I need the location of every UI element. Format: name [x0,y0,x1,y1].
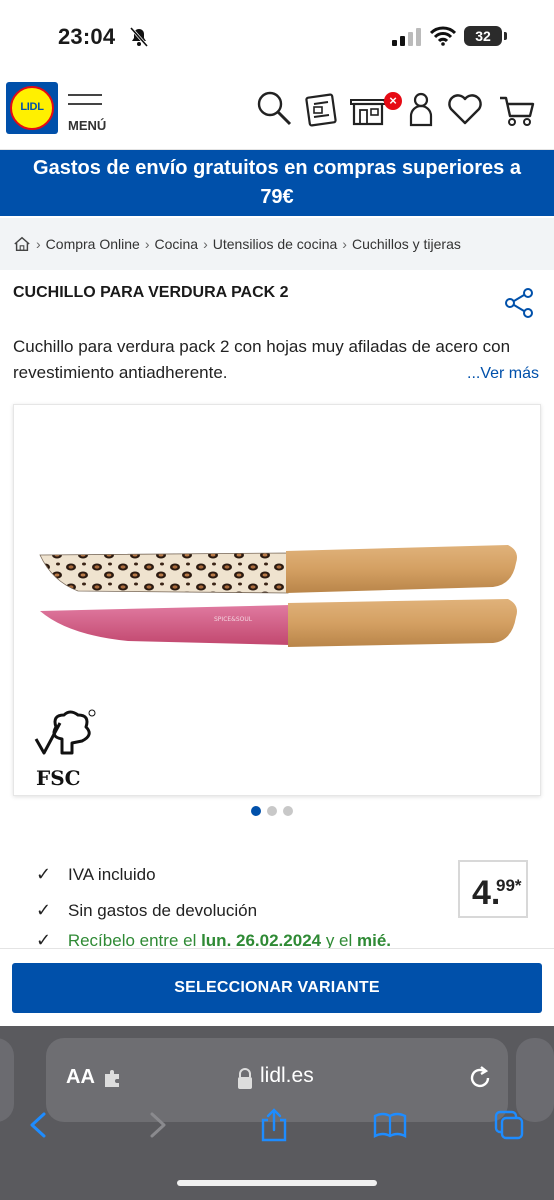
battery-tip [504,32,507,40]
delivery-date: lun. 26.02.2024 [201,934,322,948]
home-icon[interactable] [13,235,31,253]
status-time: 23:04 [58,24,116,49]
store-icon[interactable] [348,90,390,128]
delivery-prefix: Recíbelo entre el [67,934,202,948]
cta-area: SELECCIONAR VARIANTE [0,948,554,1026]
status-bar: 23:04 32 [0,0,554,72]
breadcrumb: › Compra Online › Cocina › Utensilios de… [0,218,554,270]
lock-icon [238,1068,252,1089]
breadcrumb-separator: › [203,236,208,252]
url-text[interactable]: lidl.es [260,1064,314,1088]
breadcrumb-item[interactable]: Cuchillos y tijeras [352,236,461,252]
logo-text: LIDL [20,101,44,113]
iva-text: IVA incluido [68,864,156,884]
share-icon[interactable] [502,286,536,320]
forward-icon[interactable] [140,1108,174,1142]
site-header: LIDL MENÚ × [0,72,554,150]
back-icon[interactable] [22,1108,56,1142]
breadcrumb-separator: › [144,236,150,252]
delivery-end: mié. [357,934,392,948]
extension-icon[interactable] [102,1068,124,1090]
delivery-mid: y el [321,934,358,948]
check-icon: ✓ [36,864,52,884]
check-icon: ✓ [36,900,52,920]
product-title: CUCHILLO PARA VERDURA PACK 2 [13,284,289,301]
devolucion-row: ✓ Sin gastos de devolución [36,900,257,921]
breadcrumb-separator: › [342,236,347,252]
wishlist-icon[interactable] [446,90,484,128]
fsc-logo: FSC [34,709,96,789]
bookmarks-icon[interactable] [373,1108,407,1142]
select-variant-button[interactable]: SELECCIONAR VARIANTE [12,963,542,1013]
ver-mas-link[interactable]: ...Ver más [467,365,539,383]
menu-label[interactable]: MENÚ [68,118,106,133]
battery-indicator: 32 [464,26,502,46]
signal-icon [392,28,421,46]
gallery-dot[interactable] [267,806,277,816]
share-sheet-icon[interactable] [257,1108,291,1142]
breadcrumb-separator: › [36,236,41,252]
product-image[interactable]: SPICE&SOUL FSC [13,404,541,796]
devolucion-text: Sin gastos de devolución [68,900,258,920]
price-decimals: 99* [496,876,522,895]
gallery-dot[interactable] [251,806,261,816]
breadcrumb-item[interactable]: Cocina [155,236,199,252]
breadcrumb-item[interactable]: Compra Online [46,236,140,252]
browser-toolbar: AA lidl.es [0,1026,554,1200]
menu-line-icon [68,94,102,96]
leaflet-icon[interactable] [302,90,340,128]
reader-settings-button[interactable]: AA [66,1066,95,1089]
search-icon[interactable] [255,90,293,128]
store-badge: × [384,92,402,110]
product-description: Cuchillo para verdura pack 2 con hojas m… [13,337,511,382]
menu-line-icon [68,103,102,105]
logo-circle: LIDL [10,86,54,130]
knife-brand-label: SPICE&SOUL [214,616,253,623]
tabs-icon[interactable] [492,1108,526,1142]
reload-icon[interactable] [466,1064,494,1092]
delivery-row: ✓ Recíbelo entre el lun. 26.02.2024 y el… [36,934,554,948]
lidl-logo[interactable]: LIDL [6,82,58,134]
bell-muted-icon [129,27,149,47]
cart-icon[interactable] [498,90,536,128]
previous-tab-preview[interactable] [0,1038,14,1122]
fsc-text: FSC [36,766,81,789]
wifi-icon [430,26,456,46]
knives-image: SPICE&SOUL [39,545,517,647]
gallery-dots [251,806,293,816]
check-icon: ✓ [36,934,52,948]
account-icon[interactable] [402,90,440,128]
breadcrumb-item[interactable]: Utensilios de cocina [213,236,338,252]
price-box: 4. 99* [458,860,528,918]
home-indicator [177,1180,377,1186]
free-shipping-banner[interactable]: Gastos de envío gratuitos en compras sup… [0,150,554,216]
iva-row: ✓ IVA incluido [36,864,156,885]
gallery-dot[interactable] [283,806,293,816]
